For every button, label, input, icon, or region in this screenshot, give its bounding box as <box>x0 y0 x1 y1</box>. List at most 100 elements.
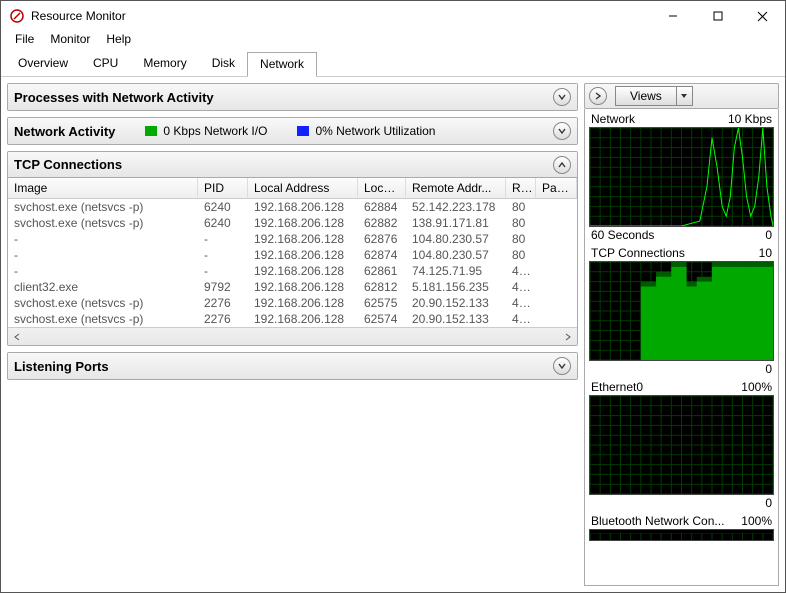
legend-util-label: 0% Network Utilization <box>315 124 435 138</box>
table-row[interactable]: --192.168.206.12862874104.80.230.5780 <box>8 247 577 263</box>
cell-rport: 80 <box>506 231 536 247</box>
panel-processes: Processes with Network Activity <box>7 83 578 111</box>
horizontal-scrollbar[interactable] <box>8 327 577 345</box>
chart-network-label: Network <box>591 112 635 126</box>
cell-rport: 80 <box>506 199 536 215</box>
col-local-addr[interactable]: Local Address <box>248 178 358 198</box>
table-row[interactable]: svchost.exe (netsvcs -p)2276192.168.206.… <box>8 311 577 327</box>
cell-rport: 80 <box>506 247 536 263</box>
chevron-down-icon[interactable] <box>553 88 571 106</box>
cell-raddr: 20.90.152.133 <box>406 311 506 327</box>
chart-network-scale: 10 Kbps <box>728 112 772 126</box>
cell-laddr: 192.168.206.128 <box>248 263 358 279</box>
chart-tcp: TCP Connections 10 0 <box>589 245 774 377</box>
table-row[interactable]: svchost.exe (netsvcs -p)6240192.168.206.… <box>8 215 577 231</box>
cell-image: client32.exe <box>8 279 198 295</box>
chart-eth-plot <box>589 395 774 495</box>
panel-activity-header[interactable]: Network Activity 0 Kbps Network I/O 0% N… <box>8 118 577 144</box>
cell-laddr: 192.168.206.128 <box>248 231 358 247</box>
tab-disk[interactable]: Disk <box>199 51 248 76</box>
chevron-down-icon[interactable] <box>553 122 571 140</box>
col-packet[interactable]: Packe... <box>536 178 577 198</box>
panel-activity-title: Network Activity <box>14 124 115 139</box>
col-image[interactable]: Image <box>8 178 198 198</box>
cell-pid: 2276 <box>198 295 248 311</box>
tab-cpu[interactable]: CPU <box>80 51 131 76</box>
cell-lport: 62882 <box>358 215 406 231</box>
chart-network-footer-left: 60 Seconds <box>591 228 654 242</box>
menu-monitor[interactable]: Monitor <box>42 31 98 51</box>
cell-rport: 443 <box>506 279 536 295</box>
panel-ports-title: Listening Ports <box>14 359 109 374</box>
chart-tcp-scale: 10 <box>759 246 772 260</box>
col-remote-addr[interactable]: Remote Addr... <box>406 178 506 198</box>
cell-image: - <box>8 231 198 247</box>
col-remote-port[interactable]: R... <box>506 178 536 198</box>
chevron-up-icon[interactable] <box>553 156 571 174</box>
table-row[interactable]: client32.exe9792192.168.206.128628125.18… <box>8 279 577 295</box>
cell-raddr: 52.142.223.178 <box>406 199 506 215</box>
panel-tcp: TCP Connections Image PID Local Address … <box>7 151 578 346</box>
close-button[interactable] <box>740 1 785 31</box>
col-pid[interactable]: PID <box>198 178 248 198</box>
cell-rport: 443 <box>506 295 536 311</box>
table-row[interactable]: svchost.exe (netsvcs -p)2276192.168.206.… <box>8 295 577 311</box>
cell-raddr: 104.80.230.57 <box>406 231 506 247</box>
cell-raddr: 104.80.230.57 <box>406 247 506 263</box>
dropdown-icon[interactable] <box>676 87 692 105</box>
scroll-right-icon[interactable] <box>559 328 577 346</box>
cell-lport: 62574 <box>358 311 406 327</box>
table-row[interactable]: --192.168.206.12862876104.80.230.5780 <box>8 231 577 247</box>
cell-laddr: 192.168.206.128 <box>248 311 358 327</box>
cell-lport: 62575 <box>358 295 406 311</box>
chart-eth-footer-right: 0 <box>765 496 772 510</box>
chart-network: Network10 Kbps 60 Seconds0 <box>589 111 774 243</box>
panel-tcp-title: TCP Connections <box>14 157 122 172</box>
cell-raddr: 20.90.152.133 <box>406 295 506 311</box>
panel-activity: Network Activity 0 Kbps Network I/O 0% N… <box>7 117 578 145</box>
cell-image: svchost.exe (netsvcs -p) <box>8 215 198 231</box>
panel-ports-header[interactable]: Listening Ports <box>8 353 577 379</box>
cell-image: - <box>8 263 198 279</box>
cell-pid: - <box>198 263 248 279</box>
cell-image: svchost.exe (netsvcs -p) <box>8 295 198 311</box>
menu-help[interactable]: Help <box>98 31 139 51</box>
views-bar: Views <box>584 83 779 109</box>
cell-image: svchost.exe (netsvcs -p) <box>8 311 198 327</box>
views-button[interactable]: Views <box>615 86 693 106</box>
tab-network[interactable]: Network <box>247 52 317 77</box>
legend-io-icon <box>145 126 157 136</box>
cell-lport: 62812 <box>358 279 406 295</box>
cell-pid: - <box>198 247 248 263</box>
cell-raddr: 138.91.171.81 <box>406 215 506 231</box>
chart-tcp-footer-right: 0 <box>765 362 772 376</box>
cell-raddr: 74.125.71.95 <box>406 263 506 279</box>
titlebar: Resource Monitor <box>1 1 785 31</box>
cell-lport: 62884 <box>358 199 406 215</box>
table-row[interactable]: svchost.exe (netsvcs -p)6240192.168.206.… <box>8 199 577 215</box>
panel-processes-header[interactable]: Processes with Network Activity <box>8 84 577 110</box>
panel-processes-title: Processes with Network Activity <box>14 90 214 105</box>
cell-pid: 2276 <box>198 311 248 327</box>
chart-network-plot <box>589 127 774 227</box>
panel-tcp-header[interactable]: TCP Connections <box>8 152 577 178</box>
table-row[interactable]: --192.168.206.1286286174.125.71.95443 <box>8 263 577 279</box>
legend-util-icon <box>297 126 309 136</box>
chevron-right-icon[interactable] <box>589 87 607 105</box>
chart-eth-scale: 100% <box>741 380 772 394</box>
minimize-button[interactable] <box>650 1 695 31</box>
chevron-down-icon[interactable] <box>553 357 571 375</box>
chart-tcp-label: TCP Connections <box>591 246 685 260</box>
scroll-left-icon[interactable] <box>8 328 26 346</box>
cell-lport: 62874 <box>358 247 406 263</box>
menu-file[interactable]: File <box>7 31 42 51</box>
tab-overview[interactable]: Overview <box>5 51 81 76</box>
maximize-button[interactable] <box>695 1 740 31</box>
chart-bt-plot <box>589 529 774 541</box>
tab-memory[interactable]: Memory <box>130 51 199 76</box>
chart-bluetooth: Bluetooth Network Con...100% <box>589 513 774 541</box>
window-title: Resource Monitor <box>31 9 650 23</box>
col-local-port[interactable]: Loca... <box>358 178 406 198</box>
cell-laddr: 192.168.206.128 <box>248 215 358 231</box>
cell-laddr: 192.168.206.128 <box>248 279 358 295</box>
